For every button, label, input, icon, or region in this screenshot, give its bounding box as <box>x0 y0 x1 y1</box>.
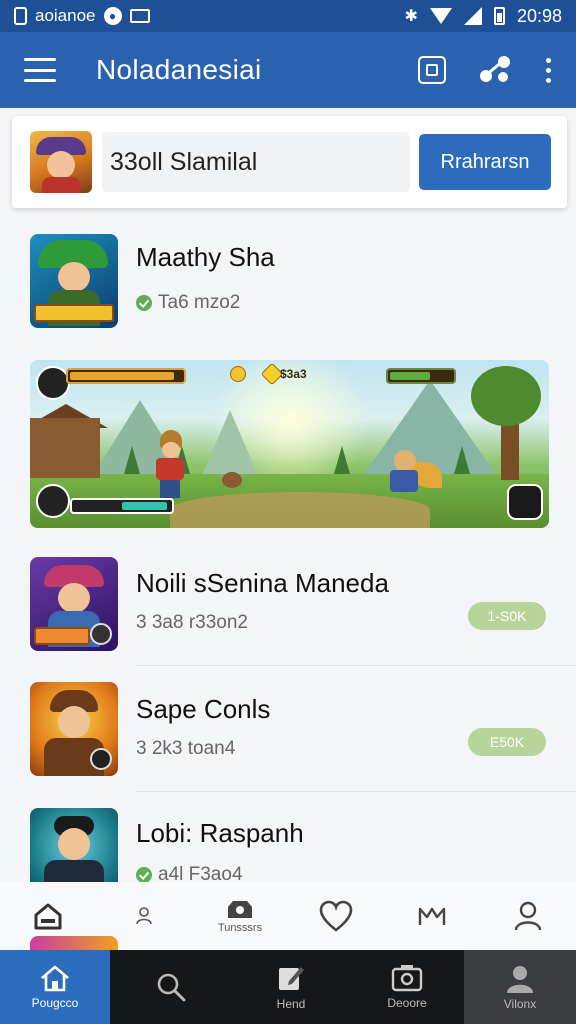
game-subtitle-text: Ta6 mzo2 <box>158 292 241 313</box>
crown-icon <box>418 907 446 925</box>
game-icon <box>30 234 118 328</box>
avatar[interactable] <box>30 131 92 193</box>
menu-icon[interactable] <box>24 58 56 82</box>
game-title: Lobi: Raspanh <box>136 818 304 848</box>
phone-icon <box>14 7 27 25</box>
more-options-icon[interactable] <box>546 57 552 83</box>
nav-profile[interactable] <box>480 882 576 950</box>
battery-icon <box>493 7 505 25</box>
profile-action-button[interactable]: Rrahrarsn <box>419 134 551 190</box>
status-app-label: aoianoe <box>35 6 96 25</box>
game-subtitle: Ta6 mzo2 <box>136 292 240 314</box>
wifi-icon <box>429 8 452 24</box>
hero-sprite <box>152 430 188 500</box>
hud-portrait-icon <box>36 366 70 400</box>
share-icon[interactable] <box>480 56 512 84</box>
tab-account[interactable]: Vilonx <box>464 950 576 1024</box>
hud-action-icon[interactable] <box>507 484 543 520</box>
edit-icon <box>279 967 304 990</box>
list-item[interactable]: Lobi: Raspanh a4l F3ao4 <box>0 806 576 882</box>
nav-favorites[interactable] <box>288 882 384 950</box>
signal-icon <box>463 7 482 25</box>
profile-icon <box>514 901 542 931</box>
home-icon <box>41 965 69 992</box>
nav-camera[interactable]: Tunsssrs <box>192 882 288 950</box>
hud-energy-bar <box>386 368 456 384</box>
cast-icon[interactable] <box>418 56 446 84</box>
verified-icon <box>136 295 152 311</box>
nav-rank[interactable] <box>384 882 480 950</box>
tab-account-label: Vilonx <box>503 997 537 1011</box>
notification-icon: ● <box>103 7 122 25</box>
divider <box>136 665 576 666</box>
critter-sprite <box>222 472 242 488</box>
profile-card: 33oll Slamilal Rrahrarsn <box>12 116 567 208</box>
photo-icon <box>391 965 423 992</box>
hud-skill-icon[interactable] <box>36 484 70 518</box>
tab-photo[interactable]: Deoore <box>350 950 464 1024</box>
camera-icon <box>228 901 252 918</box>
game-banner[interactable]: $3a3 <box>30 360 549 528</box>
app-title: Noladanesiai <box>96 54 262 85</box>
game-title: Maathy Sha <box>136 242 275 272</box>
bottom-nav: Pougcco Hend Deoore Vilonx <box>0 950 576 1024</box>
list-item[interactable]: Sape Conls 3 2k3 toan4 E50K <box>0 680 576 792</box>
hud-xp-bar <box>70 498 174 514</box>
game-subtitle: 3 3a8 r33on2 <box>136 612 248 633</box>
verified-icon <box>136 867 152 882</box>
home-icon <box>34 903 62 930</box>
message-icon <box>129 9 150 23</box>
list-item[interactable]: Maathy Sha Ta6 mzo2 <box>0 232 576 332</box>
hud-score: $3a3 <box>280 367 307 381</box>
price-badge[interactable]: 1-S0K <box>468 602 546 630</box>
profile-name-field[interactable]: 33oll Slamilal <box>102 132 410 192</box>
game-icon <box>30 808 118 882</box>
game-subtitle: 3 2k3 toan4 <box>136 738 236 759</box>
coin-icon <box>230 366 246 382</box>
heart-icon <box>319 900 353 932</box>
nav-camera-label: Tunsssrs <box>217 922 263 934</box>
account-icon <box>507 966 533 993</box>
tab-home[interactable]: Pougcco <box>0 950 110 1024</box>
divider <box>136 791 576 792</box>
search-icon <box>157 973 186 1002</box>
price-badge[interactable]: E50K <box>468 728 546 756</box>
status-time: 20:98 <box>516 5 562 26</box>
app-bar: Noladanesiai <box>0 32 576 108</box>
game-title: Noili sSenina Maneda <box>136 568 389 598</box>
status-bar: aoianoe ● ✱ 20:98 <box>0 0 576 32</box>
tab-search[interactable] <box>110 950 232 1024</box>
tab-photo-label: Deoore <box>387 996 427 1010</box>
tab-home-label: Pougcco <box>31 996 79 1010</box>
game-subtitle-text: a4l F3ao4 <box>158 864 243 882</box>
enemy-sprite <box>380 450 442 506</box>
game-icon <box>30 682 118 776</box>
person-small-icon <box>136 907 152 925</box>
game-title: Sape Conls <box>136 694 271 724</box>
tab-edit-label: Hend <box>276 997 306 1011</box>
game-icon <box>30 557 118 651</box>
list-item[interactable]: Noili sSenina Maneda 3 3a8 r33on2 1-S0K <box>0 554 576 666</box>
profile-name: 33oll Slamilal <box>110 147 258 176</box>
game-subtitle: a4l F3ao4 <box>136 864 243 882</box>
hud-health-bar <box>66 368 186 384</box>
tab-edit[interactable]: Hend <box>232 950 350 1024</box>
bluetooth-icon: ✱ <box>404 8 418 25</box>
